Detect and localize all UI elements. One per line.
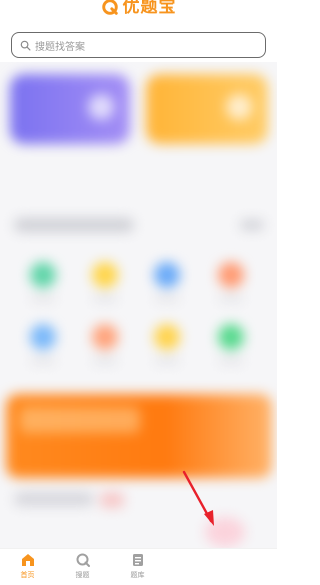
category-icon <box>30 324 56 350</box>
nav-label-question-bank: 题库 <box>130 571 145 579</box>
search-placeholder: 搜题找答案 <box>35 41 85 53</box>
category-icon <box>30 262 56 288</box>
nav-item-search[interactable]: 搜题 <box>55 549 110 585</box>
nav-item-home[interactable]: 首页 <box>0 549 55 585</box>
category-icon <box>154 324 180 350</box>
search-tab-icon <box>76 553 90 567</box>
app-title: 优题宝 <box>122 0 177 17</box>
nav-label-search: 搜题 <box>75 571 90 579</box>
category-icon <box>218 324 244 350</box>
home-icon <box>21 554 34 566</box>
category-icon <box>92 262 118 288</box>
category-icon <box>154 262 180 288</box>
search-icon <box>20 40 31 50</box>
blurred-content <box>0 62 277 550</box>
logo-icon <box>101 0 118 15</box>
nav-item-question-bank[interactable]: 题库 <box>110 549 165 585</box>
section-more-placeholder <box>240 220 264 230</box>
feature-banner-right <box>146 74 268 144</box>
category-icon <box>218 262 244 288</box>
section-heading-placeholder <box>14 218 134 232</box>
app-header: 优题宝 <box>0 0 277 26</box>
bottom-nav: 首页 搜题 题库 <box>0 548 277 585</box>
category-icon <box>92 324 118 350</box>
feature-banner-left <box>10 74 130 144</box>
question-bank-icon <box>132 554 143 566</box>
app-logo: 优题宝 <box>101 0 177 17</box>
search-input[interactable]: 搜题找答案 <box>11 32 266 58</box>
nav-label-home: 首页 <box>20 571 35 579</box>
